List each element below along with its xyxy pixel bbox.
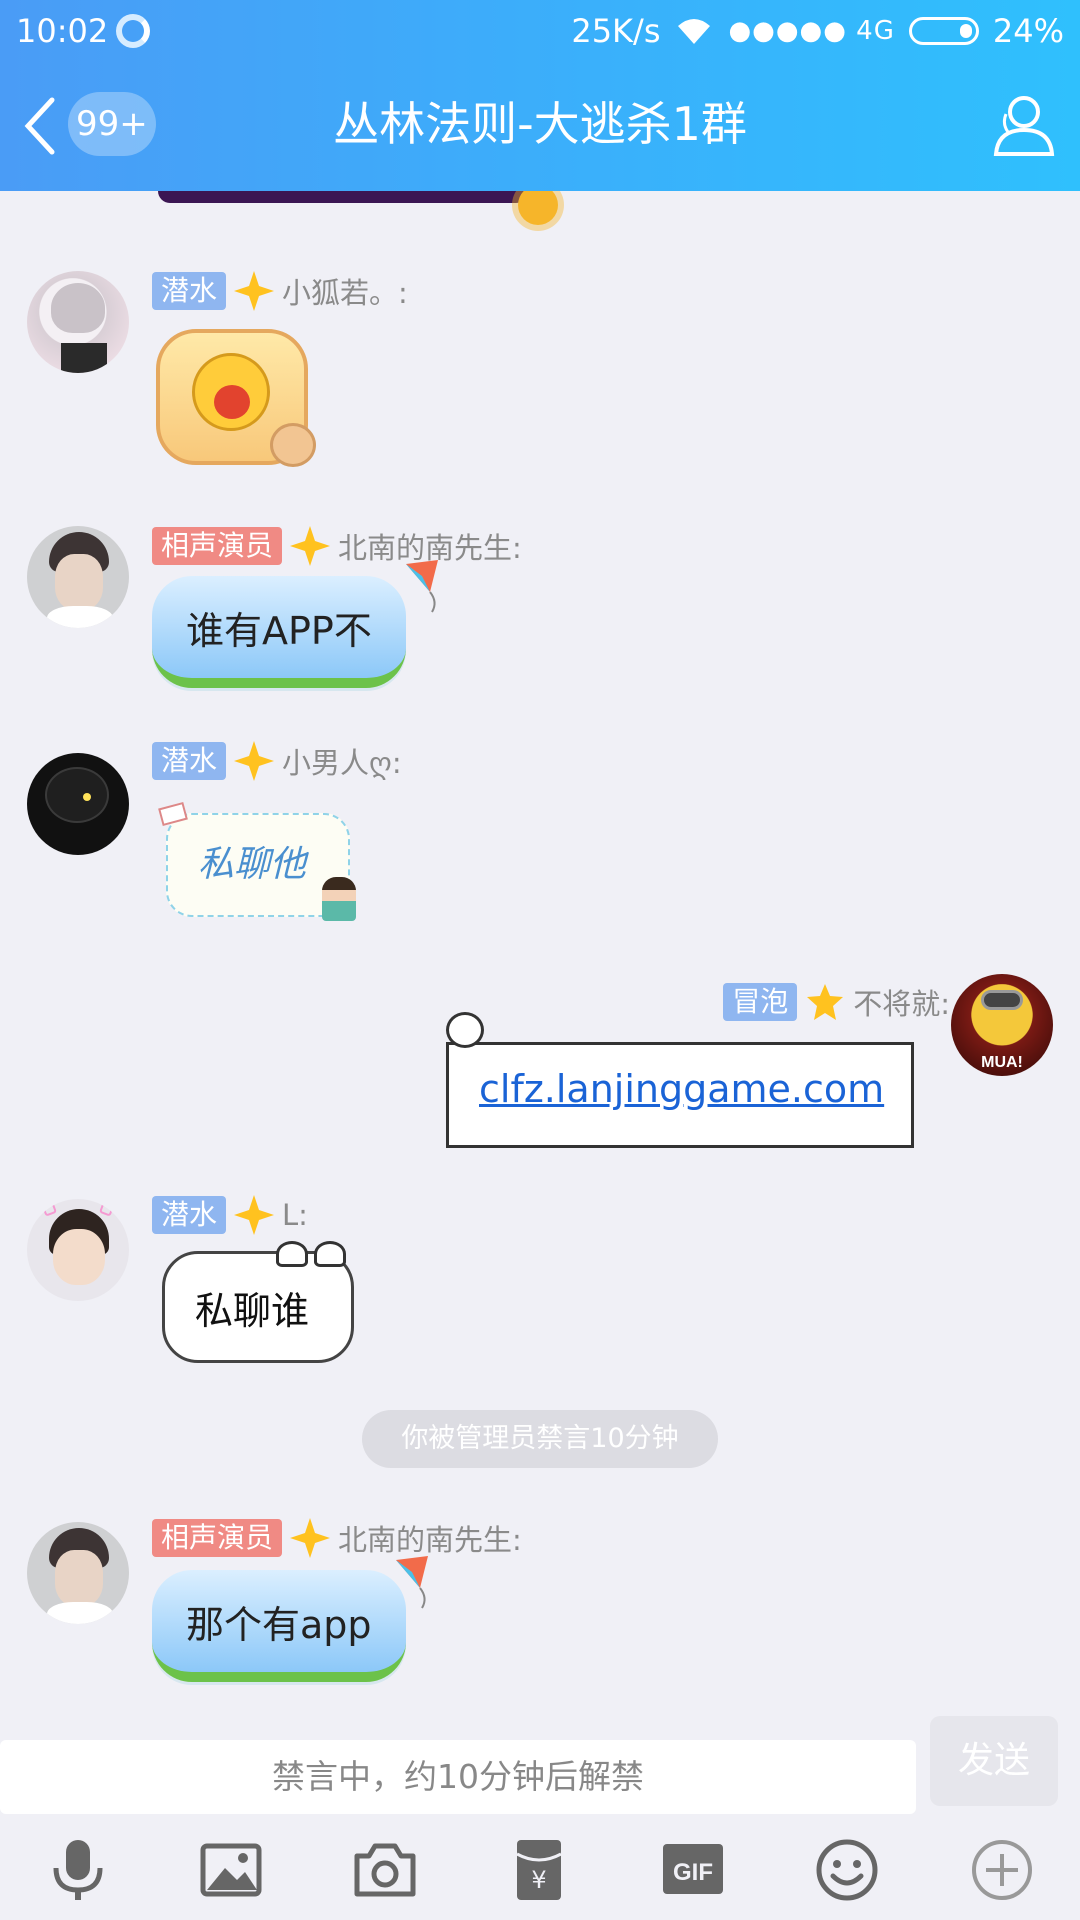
laughing-cat-sticker[interactable]	[152, 323, 322, 471]
wifi-icon	[678, 19, 711, 44]
group-members-icon[interactable]	[988, 92, 1058, 158]
message-bubble[interactable]: 谁有APP不	[152, 576, 406, 688]
avatar[interactable]	[27, 271, 129, 373]
red-packet-icon[interactable]: ¥	[505, 1836, 573, 1904]
level-star-icon	[807, 984, 844, 1020]
message-text: 私聊谁	[195, 1289, 310, 1333]
avatar[interactable]	[27, 526, 129, 628]
input-bar: 禁言中，约10分钟后解禁 发送	[0, 1716, 1080, 1816]
message-meta: 冒泡 不将就:	[723, 982, 950, 1022]
camera-icon[interactable]	[351, 1836, 419, 1904]
message-bubble[interactable]: 那个有app	[152, 1570, 406, 1682]
message-input-muted[interactable]: 禁言中，约10分钟后解禁	[0, 1740, 916, 1814]
message-meta: 相声演员 北南的南先生:	[152, 526, 522, 566]
sender-name: 北南的南先生:	[338, 1523, 522, 1557]
app-notification-icon	[116, 14, 150, 48]
mic-icon[interactable]	[44, 1836, 112, 1904]
boy-with-flower-decoration-icon	[322, 877, 356, 921]
svg-text:¥: ¥	[531, 1866, 546, 1894]
signal-indicator: ●●●●● 4G	[728, 16, 895, 46]
gif-icon[interactable]: GIF	[659, 1836, 727, 1904]
message-bubble[interactable]: clfz.lanjinggame.com	[446, 1042, 914, 1148]
message-text: 私聊他	[198, 844, 307, 885]
kite-decoration-icon	[406, 560, 438, 613]
avatar[interactable]	[27, 1522, 129, 1624]
level-star-icon	[290, 526, 331, 566]
battery-percent: 24%	[992, 12, 1064, 50]
message-meta: 潜水 小狐若。:	[152, 271, 408, 311]
toolbar: ¥ GIF	[0, 1816, 1080, 1920]
sender-name: 小男人ღ:	[282, 746, 402, 780]
avatar-caption: MUA!	[981, 1054, 1023, 1071]
level-star-icon	[234, 271, 275, 311]
chat-title: 丛林法则-大逃杀1群	[333, 97, 747, 151]
level-star-icon	[234, 741, 275, 781]
message-meta: 相声演员 北南的南先生:	[152, 1518, 522, 1558]
member-title-badge: 潜水	[152, 742, 227, 780]
avatar[interactable]	[27, 1199, 129, 1301]
sun-sticker-icon	[518, 191, 558, 225]
status-bar: 10:02 25K/s ●●●●● 4G 24%	[0, 0, 1080, 62]
network-speed: 25K/s	[571, 12, 661, 50]
sender-name: L:	[282, 1198, 308, 1232]
nav-row: 99+ 丛林法则-大逃杀1群	[0, 62, 1080, 191]
message-meta: 潜水 L:	[152, 1195, 308, 1235]
message-text: 谁有APP不	[186, 609, 372, 653]
chat-area[interactable]: 潜水 小狐若。: 相声演员 北南的南先生: 谁有APP不 潜水 小男人ღ: 私聊…	[0, 191, 1080, 1736]
peeking-eyes-decoration-icon	[276, 1241, 348, 1269]
level-star-icon	[290, 1518, 331, 1558]
avatar[interactable]	[27, 753, 129, 855]
emoji-icon[interactable]	[813, 1836, 881, 1904]
avatar[interactable]: MUA!	[951, 974, 1053, 1076]
doodle-face-icon	[446, 1012, 484, 1048]
back-arrow-icon[interactable]	[22, 96, 58, 156]
message-text: 那个有app	[186, 1603, 372, 1647]
kite-decoration-icon	[396, 1556, 428, 1609]
top-bar: 10:02 25K/s ●●●●● 4G 24% 99+ 丛林法则-大逃杀1群	[0, 0, 1080, 191]
message-link[interactable]: clfz.lanjinggame.com	[479, 1067, 884, 1111]
member-title-badge: 潜水	[152, 1196, 227, 1234]
member-title-badge: 相声演员	[152, 527, 283, 565]
send-button[interactable]: 发送	[930, 1716, 1058, 1806]
battery-icon	[908, 17, 979, 45]
gif-label: GIF	[673, 1859, 713, 1886]
previous-bubble-fragment	[158, 191, 528, 203]
image-icon[interactable]	[197, 1836, 265, 1904]
status-time: 10:02	[16, 12, 109, 50]
sender-name: 小狐若。:	[282, 276, 408, 310]
sender-name: 不将就:	[853, 987, 950, 1021]
message-meta: 潜水 小男人ღ:	[152, 741, 402, 781]
member-title-badge: 相声演员	[152, 1519, 283, 1557]
unread-count-badge[interactable]: 99+	[68, 92, 156, 156]
level-star-icon	[234, 1195, 275, 1235]
member-title-badge: 冒泡	[723, 983, 798, 1021]
system-notice: 你被管理员禁言10分钟	[362, 1410, 718, 1468]
plus-icon[interactable]	[968, 1836, 1036, 1904]
member-title-badge: 潜水	[152, 272, 227, 310]
